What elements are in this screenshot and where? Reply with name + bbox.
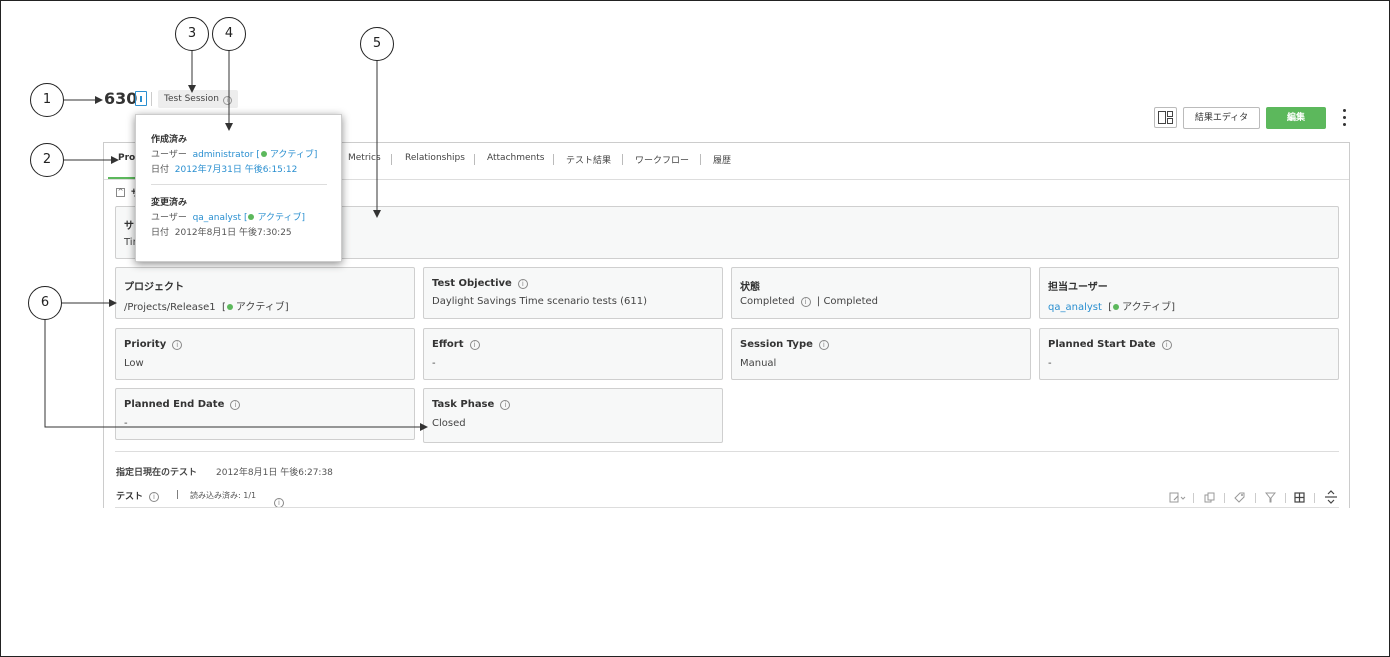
callout-1: 1 [30,83,64,117]
callout-4: 4 [212,17,246,51]
callout-3: 3 [175,17,209,51]
callout-2: 2 [30,143,64,177]
callout-6: 6 [28,286,62,320]
callout-5: 5 [360,27,394,61]
callout-lines [44,51,428,431]
